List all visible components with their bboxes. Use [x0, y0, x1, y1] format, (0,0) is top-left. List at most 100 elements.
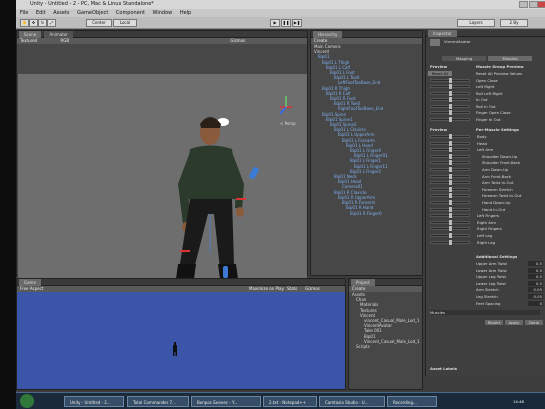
- pivot-toggle[interactable]: Center: [86, 19, 112, 27]
- slider-knob[interactable]: [449, 239, 452, 245]
- group-preview-slider[interactable]: [430, 97, 470, 102]
- slider-knob[interactable]: [449, 213, 452, 219]
- slider-knob[interactable]: [449, 103, 452, 109]
- menu-gameobject[interactable]: GameObject: [77, 10, 108, 16]
- scale-tool-button[interactable]: ⤢: [47, 19, 56, 27]
- muscle-preview-slider[interactable]: [430, 153, 470, 159]
- hand-tool-button[interactable]: ✋: [20, 19, 29, 27]
- slider-knob[interactable]: [449, 116, 452, 122]
- scene-gizmos-dropdown[interactable]: Gizmos: [230, 38, 245, 43]
- muscle-preview-slider[interactable]: [430, 147, 470, 153]
- slider-knob[interactable]: [449, 233, 452, 238]
- slider-knob[interactable]: [449, 206, 452, 212]
- muscle-item[interactable]: Arm Down-Up: [482, 167, 508, 172]
- mapping-tab[interactable]: Mapping: [442, 56, 486, 61]
- muscle-preview-slider[interactable]: [430, 140, 470, 146]
- hierarchy-create-button[interactable]: Create: [314, 38, 327, 43]
- rotate-tool-button[interactable]: ↻: [38, 19, 47, 27]
- muscle-preview-slider[interactable]: [430, 160, 470, 166]
- tab-game[interactable]: Game: [19, 279, 41, 286]
- muscle-item[interactable]: Left Arm: [477, 147, 493, 152]
- tab-animator[interactable]: Animator: [44, 31, 73, 38]
- slider-knob[interactable]: [449, 160, 452, 166]
- slider-knob[interactable]: [449, 167, 452, 172]
- group-preview-slider[interactable]: [430, 84, 470, 89]
- layout-dropdown[interactable]: 2 By: [500, 19, 528, 27]
- menu-window[interactable]: Window: [153, 10, 173, 16]
- menu-file[interactable]: File: [20, 10, 28, 16]
- slider-knob[interactable]: [449, 200, 452, 205]
- setting-value[interactable]: 0.5: [528, 261, 543, 266]
- muscle-preview-slider[interactable]: [430, 233, 470, 238]
- muscle-preview-slider[interactable]: [430, 167, 470, 172]
- slider-knob[interactable]: [449, 219, 452, 225]
- setting-value[interactable]: 0.5: [528, 274, 543, 280]
- slider-knob[interactable]: [449, 77, 452, 83]
- scene-mode-dropdown[interactable]: Textured: [20, 38, 37, 43]
- muscle-preview-slider[interactable]: [430, 180, 470, 186]
- taskbar-button[interactable]: Unity - Untitled - 2...: [64, 396, 124, 407]
- done-button[interactable]: Done: [525, 320, 543, 325]
- space-toggle[interactable]: Local: [113, 19, 137, 27]
- muscle-preview-slider[interactable]: [430, 173, 470, 179]
- start-button[interactable]: [20, 394, 34, 408]
- group-preview-slider[interactable]: [430, 103, 470, 109]
- muscle-item[interactable]: Left Leg: [477, 233, 492, 238]
- minimize-button[interactable]: [519, 1, 528, 8]
- close-button[interactable]: [537, 1, 545, 8]
- scene-viewport[interactable]: < Persp: [18, 74, 307, 306]
- muscle-item[interactable]: Right Leg: [477, 240, 495, 245]
- menu-assets[interactable]: Assets: [53, 10, 69, 16]
- slider-knob[interactable]: [449, 153, 452, 159]
- muscle-item[interactable]: Shoulder Down-Up: [482, 154, 517, 159]
- slider-knob[interactable]: [449, 186, 452, 192]
- menu-edit[interactable]: Edit: [36, 10, 46, 16]
- game-viewport[interactable]: [17, 292, 345, 389]
- slider-knob[interactable]: [449, 110, 452, 115]
- project-create-button[interactable]: Create: [352, 286, 365, 291]
- slider-knob[interactable]: [449, 134, 452, 139]
- muscle-preview-slider[interactable]: [430, 213, 470, 219]
- slider-knob[interactable]: [449, 97, 452, 102]
- setting-value[interactable]: 0: [528, 300, 543, 306]
- taskbar-button[interactable]: 2.txt - Notepad++: [263, 396, 317, 407]
- slider-knob[interactable]: [449, 226, 452, 232]
- muscle-item[interactable]: Head: [477, 141, 487, 146]
- group-preview-slider[interactable]: [430, 77, 470, 83]
- taskbar-button[interactable]: Вопрос Бизнес - Y...: [191, 396, 261, 407]
- taskbar-button[interactable]: Camtasia Studio - U...: [319, 396, 385, 407]
- muscle-item[interactable]: Left Fingers: [477, 213, 499, 218]
- group-preview-slider[interactable]: [430, 110, 470, 115]
- tab-inspector[interactable]: Inspector: [428, 30, 457, 37]
- muscle-preview-slider[interactable]: [430, 134, 470, 139]
- muscle-item[interactable]: Shoulder Front-Back: [482, 160, 520, 165]
- move-tool-button[interactable]: ✥: [29, 19, 38, 27]
- muscle-preview-slider[interactable]: [430, 186, 470, 192]
- taskbar-button[interactable]: Total Commander 7...: [127, 396, 189, 407]
- menu-component[interactable]: Component: [116, 10, 145, 16]
- layers-dropdown[interactable]: Layers: [457, 19, 495, 27]
- muscle-item[interactable]: Right Fingers: [477, 226, 502, 231]
- aspect-dropdown[interactable]: Free Aspect: [20, 286, 43, 291]
- muscle-item[interactable]: Hand Down-Up: [482, 200, 511, 205]
- muscle-preview-slider[interactable]: [430, 200, 470, 205]
- taskbar-button[interactable]: Recording...: [387, 396, 437, 407]
- setting-value[interactable]: 0.5: [528, 267, 543, 273]
- play-button[interactable]: ▶: [270, 19, 280, 27]
- persp-label[interactable]: < Persp: [280, 121, 296, 126]
- muscle-item[interactable]: Right Arm: [477, 220, 496, 225]
- setting-value[interactable]: 0.05: [528, 294, 543, 299]
- muscle-preview-slider[interactable]: [430, 219, 470, 225]
- tab-project[interactable]: Project: [351, 279, 375, 286]
- hierarchy-item[interactable]: Bip01 R Finger0: [311, 211, 422, 216]
- group-preview-slider[interactable]: [430, 116, 470, 122]
- slider-knob[interactable]: [449, 173, 452, 179]
- muscle-preview-slider[interactable]: [430, 206, 470, 212]
- muscle-preview-slider[interactable]: [430, 193, 470, 199]
- menu-help[interactable]: Help: [180, 10, 191, 16]
- slider-knob[interactable]: [449, 84, 452, 89]
- slider-knob[interactable]: [449, 193, 452, 199]
- rgb-dropdown[interactable]: RGB: [60, 38, 69, 43]
- reset-all-button[interactable]: Reset All: [428, 71, 452, 76]
- muscles-tab[interactable]: Muscles: [488, 56, 532, 61]
